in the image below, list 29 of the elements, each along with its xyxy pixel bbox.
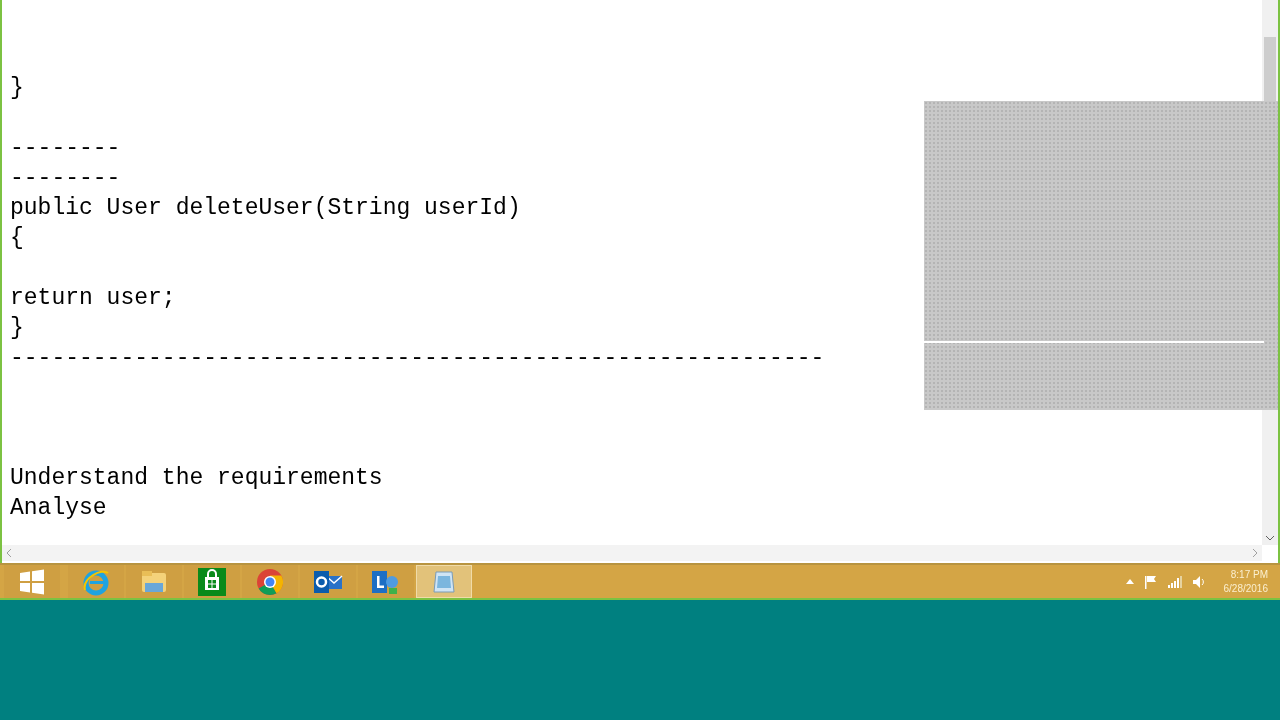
- chrome-logo-icon: [256, 567, 284, 596]
- code-line: Analyse: [10, 494, 107, 523]
- code-line: {: [10, 224, 24, 253]
- clock-date: 6/28/2016: [1223, 581, 1268, 596]
- scroll-left-icon[interactable]: [6, 549, 12, 557]
- code-line: }: [10, 314, 24, 343]
- taskbar-button[interactable]: [184, 565, 240, 598]
- folder-icon: [140, 568, 168, 595]
- scroll-down-icon[interactable]: [1266, 535, 1274, 541]
- code-line: Understand the requirements: [10, 464, 383, 493]
- code-line: -----------------------------------------------------------: [10, 344, 825, 373]
- windows-logo-icon: [19, 568, 45, 595]
- taskbar-button[interactable]: [242, 565, 298, 598]
- code-line: --------: [10, 134, 121, 163]
- scrollbar-thumb[interactable]: [1264, 37, 1276, 101]
- code-line: }: [10, 74, 24, 103]
- code-line: public User deleteUser(String userId): [10, 194, 521, 223]
- code-line: --------: [10, 164, 121, 193]
- signal-icon[interactable]: [1167, 575, 1182, 588]
- flag-icon[interactable]: [1143, 574, 1158, 589]
- shopping-bag-icon: [198, 567, 226, 596]
- horizontal-scrollbar[interactable]: [2, 545, 1262, 561]
- taskbar-button[interactable]: [300, 565, 356, 598]
- scroll-right-icon[interactable]: [1252, 549, 1258, 557]
- clock-time: 8:17 PM: [1230, 567, 1268, 582]
- code-line: return user;: [10, 284, 176, 313]
- clock[interactable]: 8:17 PM 6/28/2016: [1223, 567, 1268, 596]
- speaker-icon[interactable]: [1191, 574, 1206, 589]
- show-hidden-icon[interactable]: [1125, 579, 1134, 584]
